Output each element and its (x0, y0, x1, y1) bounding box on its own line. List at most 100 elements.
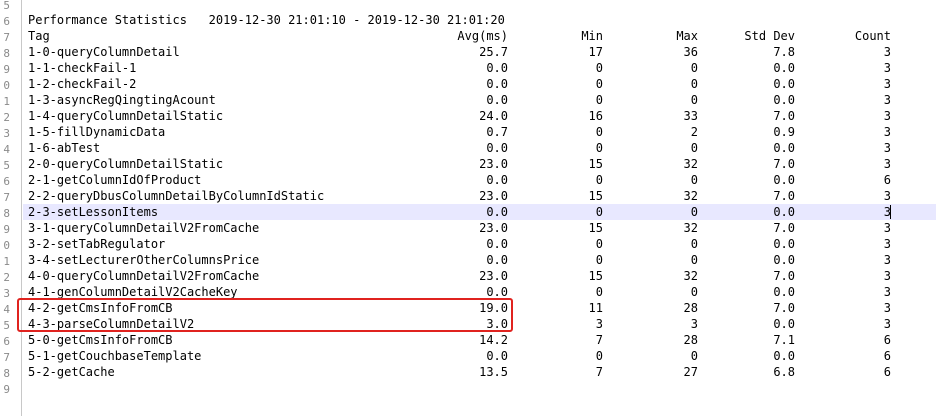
table-row-current[interactable]: 2-3-setLessonItems 0.0 0 0 0.0 3 (23, 204, 936, 220)
cell-max: 28 (683, 333, 698, 347)
cell-tag: 4-1-genColumnDetailV2CacheKey (28, 285, 238, 299)
cell-std: 7.0 (773, 109, 795, 123)
cell-min: 0 (595, 285, 603, 299)
table-row[interactable]: 4-0-queryColumnDetailV2FromCache 23.0 15 32… (23, 268, 936, 284)
table-row[interactable]: 3-1-queryColumnDetailV2FromCache 23.0 15 32… (23, 220, 936, 236)
cell-avg: 0.0 (486, 141, 508, 155)
table-row[interactable]: 5-0-getCmsInfoFromCB 14.2 7 28 7.1 6 (23, 332, 936, 348)
column-header-line[interactable]: Tag Avg(ms) Min Max Std Dev Count (23, 28, 936, 44)
table-row[interactable]: 1-6-abTest 0.0 0 0 0.0 3 (23, 140, 936, 156)
line-number: 4 (3, 143, 10, 156)
table-row[interactable]: 2-0-queryColumnDetailStatic 23.0 15 32 7.0 3 (23, 156, 936, 172)
cell-avg: 23.0 (479, 269, 508, 283)
cell-min: 15 (588, 269, 603, 283)
cell-count: 3 (883, 109, 891, 123)
cell-std: 0.0 (773, 61, 795, 75)
cell-tag: 3-4-setLecturerOtherColumnsPrice (28, 253, 260, 267)
line-number: 6 (3, 15, 10, 28)
cell-tag: 4-0-queryColumnDetailV2FromCache (28, 269, 260, 283)
line-number: 6 (3, 335, 10, 348)
table-row[interactable]: 2-2-queryDbusColumnDetailByColumnIdStati… (23, 188, 936, 204)
line-number: 9 (3, 63, 10, 76)
cell-count: 3 (883, 285, 891, 299)
cell-std: 7.0 (773, 221, 795, 235)
cell-std: 0.0 (773, 349, 795, 363)
column-header-count: Count (854, 29, 891, 43)
cell-avg: 0.0 (486, 93, 508, 107)
cell-std: 0.0 (773, 173, 795, 187)
line-number: 5 (3, 0, 10, 12)
cell-avg: 0.0 (486, 237, 508, 251)
cell-std: 7.0 (773, 189, 795, 203)
cell-tag: 2-2-queryDbusColumnDetailByColumnIdStati… (28, 189, 325, 203)
table-row[interactable]: 2-1-getColumnIdOfProduct 0.0 0 0 0.0 6 (23, 172, 936, 188)
table-row[interactable]: 4-3-parseColumnDetailV2 3.0 3 3 0.0 3 (23, 316, 936, 332)
column-header-tag: Tag (28, 29, 50, 43)
cell-max: 0 (690, 77, 698, 91)
table-row[interactable]: 1-3-asyncRegQingtingAcount 0.0 0 0 0.0 3 (23, 92, 936, 108)
line-number: 7 (3, 351, 10, 364)
cell-tag: 3-2-setTabRegulator (28, 237, 166, 251)
cell-std: 0.0 (773, 93, 795, 107)
cell-min: 0 (595, 173, 603, 187)
cell-min: 0 (595, 125, 603, 139)
table-row[interactable]: 4-1-genColumnDetailV2CacheKey 0.0 0 0 0.0 3 (23, 284, 936, 300)
cell-tag: 1-4-queryColumnDetailStatic (28, 109, 224, 123)
cell-max: 0 (690, 205, 698, 219)
line-number: 5 (3, 319, 10, 332)
line-number: 8 (3, 367, 10, 380)
cell-count: 3 (883, 317, 891, 331)
column-header-max: Max (676, 29, 698, 43)
cell-std: 0.0 (773, 237, 795, 251)
line-number: 1 (3, 95, 10, 108)
cell-count: 6 (883, 365, 891, 379)
table-row[interactable]: 5-1-getCouchbaseTemplate 0.0 0 0 0.0 6 (23, 348, 936, 364)
cell-avg: 0.0 (486, 285, 508, 299)
line-number: 2 (3, 271, 10, 284)
column-header-min: Min (581, 29, 603, 43)
cell-min: 0 (595, 141, 603, 155)
table-row[interactable]: 1-1-checkFail-1 0.0 0 0 0.0 3 (23, 60, 936, 76)
cell-tag: 1-1-checkFail-1 (28, 61, 137, 75)
line-number: 8 (3, 207, 10, 220)
table-row[interactable]: 3-2-setTabRegulator 0.0 0 0 0.0 3 (23, 236, 936, 252)
table-row[interactable]: 1-4-queryColumnDetailStatic 24.0 16 33 7.0 3 (23, 108, 936, 124)
table-row[interactable]: 1-0-queryColumnDetail 25.7 17 36 7.8 3 (23, 44, 936, 60)
table-row[interactable]: 3-4-setLecturerOtherColumnsPrice 0.0 0 0 0.0… (23, 252, 936, 268)
cell-avg: 0.0 (486, 205, 508, 219)
cell-tag: 1-5-fillDynamicData (28, 125, 166, 139)
table-row[interactable]: 5-2-getCache 13.5 7 27 6.8 6 (23, 364, 936, 380)
cell-avg: 13.5 (479, 365, 508, 379)
cell-count: 3 (883, 141, 891, 155)
cell-avg: 3.0 (486, 317, 508, 331)
cell-min: 11 (588, 301, 603, 315)
cell-tag: 5-0-getCmsInfoFromCB (28, 333, 173, 347)
cell-max: 0 (690, 285, 698, 299)
cell-tag: 4-2-getCmsInfoFromCB (28, 301, 173, 315)
cell-max: 33 (683, 109, 698, 123)
cell-tag: 4-3-parseColumnDetailV2 (28, 317, 195, 331)
table-row[interactable]: 4-2-getCmsInfoFromCB 19.0 11 28 7.0 3 (23, 300, 936, 316)
cell-max: 2 (690, 125, 698, 139)
cell-tag: 5-2-getCache (28, 365, 115, 379)
cell-tag: 1-6-abTest (28, 141, 101, 155)
report-title-line[interactable]: Performance Statistics 2019-12-30 21:01:… (23, 12, 936, 28)
cell-max: 0 (690, 141, 698, 155)
cell-tag: 1-0-queryColumnDetail (28, 45, 180, 59)
cell-std: 7.1 (773, 333, 795, 347)
table-row[interactable]: 1-5-fillDynamicData 0.7 0 2 0.9 3 (23, 124, 936, 140)
cell-count: 3 (883, 189, 891, 203)
table-row[interactable]: 1-2-checkFail-2 0.0 0 0 0.0 3 (23, 76, 936, 92)
cell-min: 0 (595, 77, 603, 91)
cell-std: 0.0 (773, 285, 795, 299)
cell-count: 3 (883, 237, 891, 251)
column-header-std: Std Dev (744, 29, 795, 43)
cell-std: 7.0 (773, 157, 795, 171)
line-number: 3 (3, 127, 10, 140)
cell-tag: 2-0-queryColumnDetailStatic (28, 157, 224, 171)
cell-std: 0.0 (773, 253, 795, 267)
cell-avg: 0.0 (486, 253, 508, 267)
cell-std: 0.9 (773, 125, 795, 139)
cell-avg: 0.0 (486, 349, 508, 363)
cell-avg: 0.0 (486, 61, 508, 75)
